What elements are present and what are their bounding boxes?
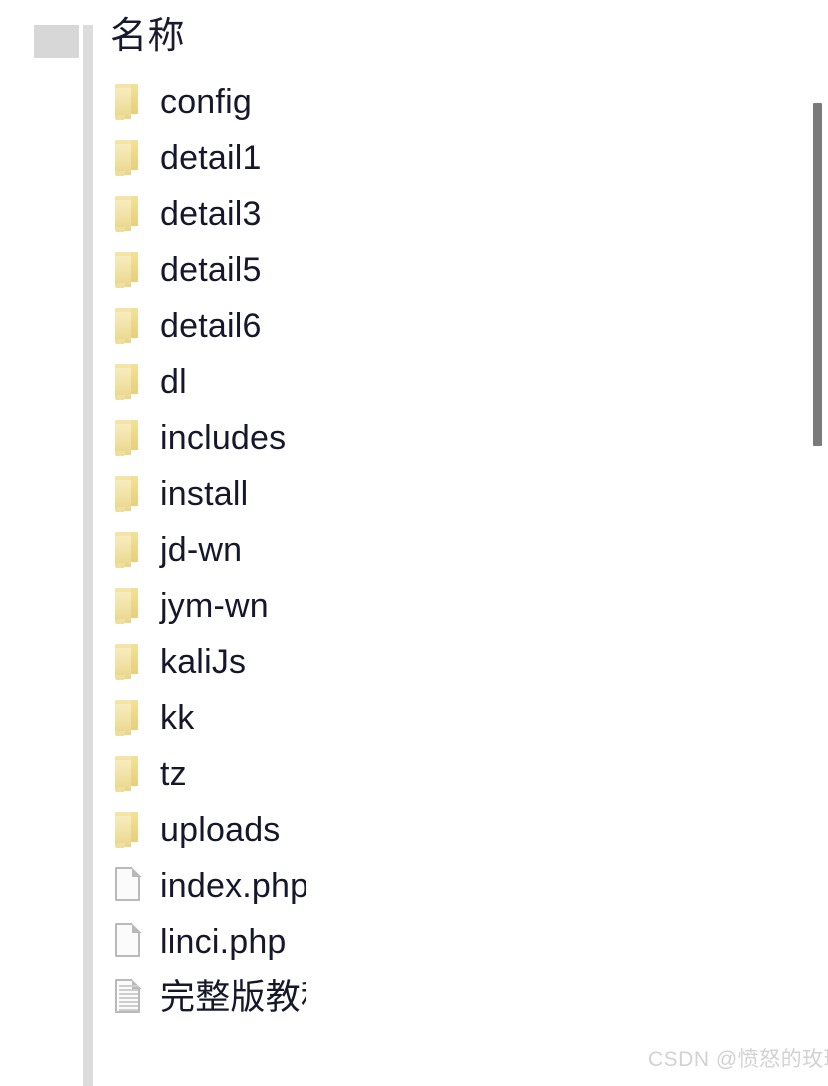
folder-icon: [114, 420, 140, 456]
file-list-row[interactable]: detail5: [0, 242, 828, 298]
row-icon-slot: [114, 251, 144, 289]
row-icon-slot: [114, 755, 144, 793]
file-list-row[interactable]: detail3: [0, 186, 828, 242]
folder-icon: [114, 644, 140, 680]
file-name-label: detail1: [160, 139, 262, 177]
file-name-label: uploads: [160, 811, 281, 849]
file-name-label: includes: [160, 419, 287, 457]
folder-icon: [114, 756, 140, 792]
row-icon-slot: [114, 363, 144, 401]
file-list-row[interactable]: install: [0, 466, 828, 522]
folder-icon: [114, 476, 140, 512]
row-icon-slot: [114, 643, 144, 681]
file-list-row[interactable]: config: [0, 74, 828, 130]
file-explorer-list-pane: 名称 config detail1 detail3 detail5 detail6 dl i…: [0, 0, 828, 1086]
select-all-checkbox-placeholder[interactable]: [34, 25, 79, 58]
file-list-row[interactable]: jym-wn: [0, 578, 828, 634]
file-list-row[interactable]: kaliJs: [0, 634, 828, 690]
folder-icon: [114, 700, 140, 736]
row-icon-slot: [114, 83, 144, 121]
file-name-label: install: [160, 475, 249, 513]
file-name-label: kaliJs: [160, 643, 247, 681]
folder-icon: [114, 588, 140, 624]
row-icon-slot: [114, 475, 144, 513]
row-icon-slot: [114, 922, 144, 961]
row-icon-slot: [114, 587, 144, 625]
folder-icon: [114, 84, 140, 120]
file-name-label: tz: [160, 755, 187, 793]
file-list-row[interactable]: jd-wn: [0, 522, 828, 578]
row-icon-slot: [114, 307, 144, 345]
file-name-label: config: [160, 83, 252, 121]
blank-document-icon: [115, 922, 143, 959]
folder-icon: [114, 812, 140, 848]
file-list-row[interactable]: tz: [0, 746, 828, 802]
folder-icon: [114, 308, 140, 344]
file-name-label: index.php: [160, 867, 310, 905]
file-list-row[interactable]: kk: [0, 690, 828, 746]
row-icon-slot: [114, 811, 144, 849]
file-list-row[interactable]: detail1: [0, 130, 828, 186]
crop-edge-mask: [306, 850, 816, 1030]
row-icon-slot: [114, 195, 144, 233]
folder-icon: [114, 252, 140, 288]
row-icon-slot: [114, 139, 144, 177]
row-icon-slot: [114, 699, 144, 737]
file-list-row[interactable]: includes: [0, 410, 828, 466]
file-name-label: detail6: [160, 307, 262, 345]
folder-icon: [114, 196, 140, 232]
file-list-row[interactable]: detail6: [0, 298, 828, 354]
csdn-watermark: CSDN @愤怒的玫瑰: [648, 1048, 828, 1071]
file-name-label: jym-wn: [160, 587, 269, 625]
file-name-label: kk: [160, 699, 195, 737]
folder-icon: [114, 364, 140, 400]
file-name-label: detail5: [160, 251, 262, 289]
file-name-label: jd-wn: [160, 531, 243, 569]
row-icon-slot: [114, 866, 144, 905]
row-icon-slot: [114, 978, 144, 1017]
blank-document-icon: [115, 866, 143, 903]
folder-icon: [114, 140, 140, 176]
file-list-row[interactable]: dl: [0, 354, 828, 410]
file-name-label: detail3: [160, 195, 262, 233]
text-document-icon: [115, 978, 143, 1015]
file-name-label: linci.php: [160, 923, 287, 961]
file-name-label: dl: [160, 363, 187, 401]
column-header-row: 名称: [0, 0, 828, 1086]
folder-icon: [114, 532, 140, 568]
column-header-name[interactable]: 名称: [110, 13, 185, 59]
row-icon-slot: [114, 531, 144, 569]
row-icon-slot: [114, 419, 144, 457]
